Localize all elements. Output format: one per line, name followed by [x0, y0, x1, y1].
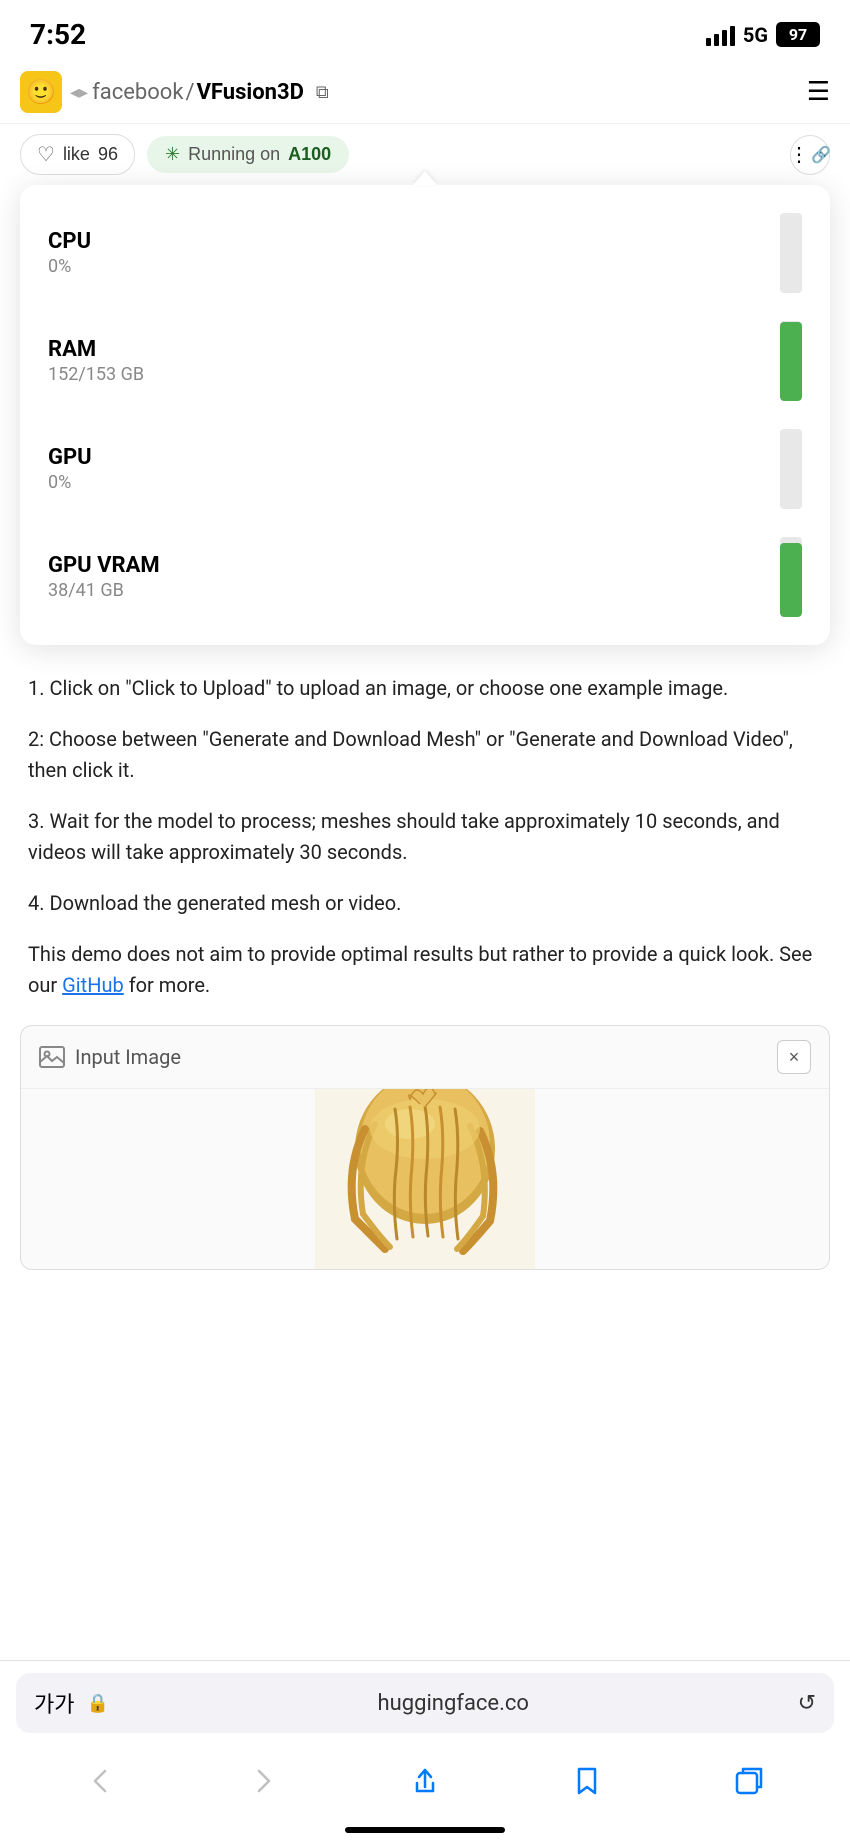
back-icon: [85, 1765, 117, 1797]
more-dots-icon: ⋮: [789, 142, 809, 167]
status-time: 7:52: [30, 18, 86, 51]
cpu-label: CPU: [48, 229, 780, 254]
gpu-vram-bar: [780, 537, 802, 617]
url-bar[interactable]: 가가 🔒 huggingface.co ↺: [16, 1673, 834, 1733]
gpu-vram-label: GPU VRAM: [48, 553, 780, 578]
repo-name: VFusion3D: [197, 80, 304, 105]
like-label: like: [63, 144, 90, 165]
forward-button[interactable]: [227, 1755, 299, 1807]
tabs-button[interactable]: [713, 1755, 785, 1807]
header: 🙂 ◂▸ facebook / VFusion3D ⧉ ☰: [0, 61, 850, 124]
note-text: This demo does not aim to provide optima…: [28, 939, 822, 1001]
gpu-label: GPU: [48, 445, 780, 470]
share-icon: [409, 1765, 441, 1797]
home-indicator: [345, 1827, 505, 1833]
metrics-dropdown: CPU 0% RAM 152/153 GB GPU 0% GPU VRAM 38…: [20, 185, 830, 645]
ram-metric-row: RAM 152/153 GB: [48, 321, 802, 401]
note-end: for more.: [124, 973, 210, 997]
ai-icon: ◂▸: [70, 82, 88, 103]
input-image-section: Input Image ×: [20, 1025, 830, 1270]
back-button[interactable]: [65, 1755, 137, 1807]
cpu-info: CPU 0%: [48, 229, 780, 277]
avatar: 🙂: [20, 71, 62, 113]
signal-5g-label: 5G: [743, 23, 768, 47]
gpu-info: GPU 0%: [48, 445, 780, 493]
instruction-2: 2: Choose between "Generate and Download…: [28, 724, 822, 786]
github-link[interactable]: GitHub: [62, 973, 124, 997]
url-domain: huggingface.co: [121, 1691, 786, 1716]
ram-label: RAM: [48, 337, 780, 362]
input-image-header: Input Image ×: [21, 1026, 829, 1089]
org-name: facebook: [92, 80, 183, 105]
gear-icon: ✳: [165, 144, 180, 165]
dropdown-arrow: [413, 171, 437, 185]
cpu-bar: [780, 213, 802, 293]
cpu-metric-row: CPU 0%: [48, 213, 802, 293]
ram-info: RAM 152/153 GB: [48, 337, 780, 385]
running-button[interactable]: ✳ Running on A100: [147, 136, 349, 173]
nav-bar: [0, 1745, 850, 1827]
link-icon: 🔗: [811, 145, 831, 165]
more-options-button[interactable]: ⋮ 🔗: [790, 135, 830, 175]
running-value: A100: [288, 144, 331, 165]
heart-icon: ♡: [37, 142, 55, 167]
signal-bars-icon: [706, 24, 735, 46]
tabs-icon: [733, 1765, 765, 1797]
input-image-label: Input Image: [39, 1045, 181, 1069]
input-image-body: [21, 1089, 829, 1269]
status-icons: 5G 97: [706, 22, 820, 47]
bottom-bar: 가가 🔒 huggingface.co ↺: [0, 1660, 850, 1841]
share-button[interactable]: [389, 1755, 461, 1807]
instruction-3: 3. Wait for the model to process; meshes…: [28, 806, 822, 868]
ram-value: 152/153 GB: [48, 364, 780, 385]
instruction-4: 4. Download the generated mesh or video.: [28, 888, 822, 919]
gpu-value: 0%: [48, 472, 780, 493]
forward-icon: [247, 1765, 279, 1797]
refresh-icon[interactable]: ↺: [798, 1691, 816, 1716]
gpu-bar: [780, 429, 802, 509]
repo-title: facebook / VFusion3D ⧉: [92, 80, 807, 105]
cpu-value: 0%: [48, 256, 780, 277]
status-bar: 7:52 5G 97: [0, 0, 850, 61]
gpu-vram-info: GPU VRAM 38/41 GB: [48, 553, 780, 601]
content-area: 1. Click on "Click to Upload" to upload …: [0, 645, 850, 1001]
bookmarks-button[interactable]: [551, 1755, 623, 1807]
copy-icon[interactable]: ⧉: [316, 82, 329, 103]
gpu-vram-metric-row: GPU VRAM 38/41 GB: [48, 537, 802, 617]
bookmarks-icon: [571, 1765, 603, 1797]
menu-icon[interactable]: ☰: [807, 77, 830, 107]
ram-bar: [780, 321, 802, 401]
like-button[interactable]: ♡ like 96: [20, 134, 135, 175]
battery-icon: 97: [776, 22, 820, 47]
text-size-label: 가가: [34, 1687, 74, 1719]
input-image-preview: [315, 1089, 535, 1269]
lock-icon: 🔒: [86, 1693, 108, 1714]
title-slash: /: [185, 80, 194, 105]
instruction-1: 1. Click on "Click to Upload" to upload …: [28, 673, 822, 704]
image-icon: [39, 1046, 65, 1068]
close-button[interactable]: ×: [777, 1040, 811, 1074]
gpu-metric-row: GPU 0%: [48, 429, 802, 509]
like-count: 96: [98, 144, 118, 165]
gpu-vram-value: 38/41 GB: [48, 580, 780, 601]
running-label: Running on: [188, 144, 280, 165]
